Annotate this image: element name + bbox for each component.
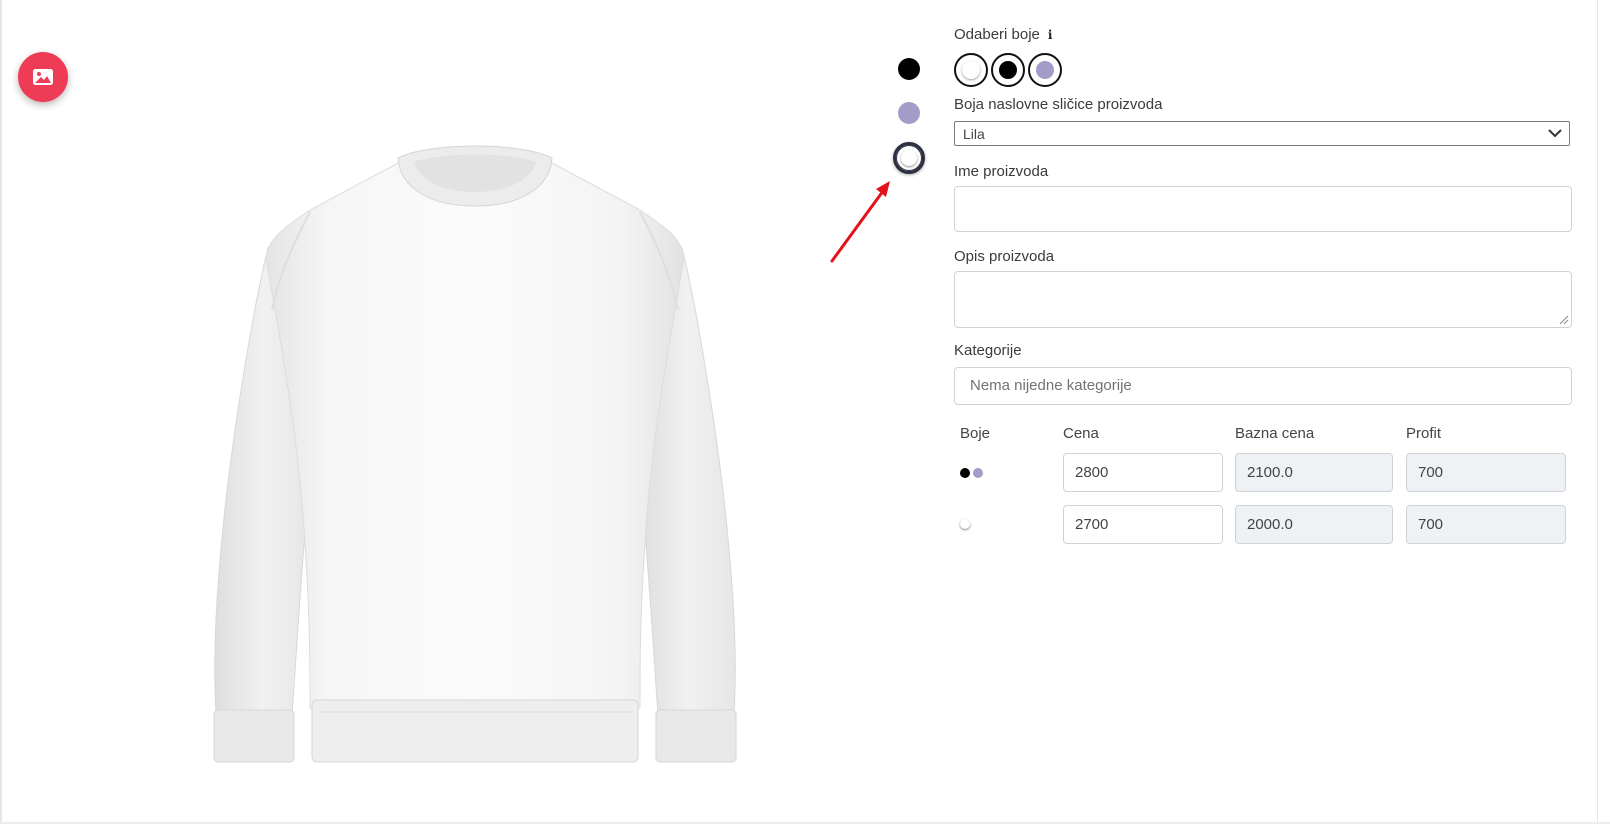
color-option-black[interactable] (898, 58, 920, 80)
swatch-lila[interactable] (1028, 53, 1062, 87)
price-input[interactable]: 2700 (1063, 505, 1223, 544)
swatch-white[interactable] (954, 53, 988, 87)
choose-colors-label-text: Odaberi boje (954, 26, 1040, 43)
annotation-arrow (830, 181, 890, 263)
product-preview-image (200, 140, 760, 800)
thumbnail-color-label: Boja naslovne sličice proizvoda (954, 96, 1163, 113)
row-color-black (960, 468, 970, 478)
row-color-white (960, 519, 970, 529)
frame-left-border (0, 0, 2, 824)
header-colors: Boje (960, 425, 991, 442)
image-icon (33, 69, 53, 85)
frame-right-border (1597, 0, 1598, 824)
upload-image-button[interactable] (18, 52, 68, 102)
row-color-lila (973, 468, 983, 478)
color-option-lila[interactable] (898, 102, 920, 124)
info-icon[interactable]: i (1048, 28, 1053, 42)
product-name-label: Ime proizvoda (954, 163, 1049, 180)
thumbnail-color-select[interactable]: Lila (954, 121, 1570, 146)
header-price: Cena (1063, 425, 1099, 442)
thumbnail-color-value: Lila (963, 126, 985, 142)
categories-input[interactable]: Nema nijedne kategorije (954, 367, 1572, 405)
categories-placeholder: Nema nijedne kategorije (970, 377, 1132, 394)
resize-handle-icon[interactable] (1559, 315, 1569, 325)
profit-field: 700 (1406, 505, 1566, 544)
base-price-field: 2100.0 (1235, 453, 1393, 492)
header-profit: Profit (1406, 425, 1442, 442)
choose-colors-label: Odaberi boje i (954, 26, 1052, 43)
header-base-price: Bazna cena (1235, 425, 1315, 442)
product-name-input[interactable] (954, 186, 1572, 232)
product-description-textarea[interactable] (954, 271, 1572, 328)
color-option-white-selected[interactable] (893, 142, 925, 174)
base-price-field: 2000.0 (1235, 505, 1393, 544)
chevron-down-icon (1548, 129, 1562, 138)
product-description-label: Opis proizvoda (954, 248, 1055, 265)
profit-field: 700 (1406, 453, 1566, 492)
categories-label: Kategorije (954, 342, 1022, 359)
swatch-black[interactable] (991, 53, 1025, 87)
price-input[interactable]: 2800 (1063, 453, 1223, 492)
